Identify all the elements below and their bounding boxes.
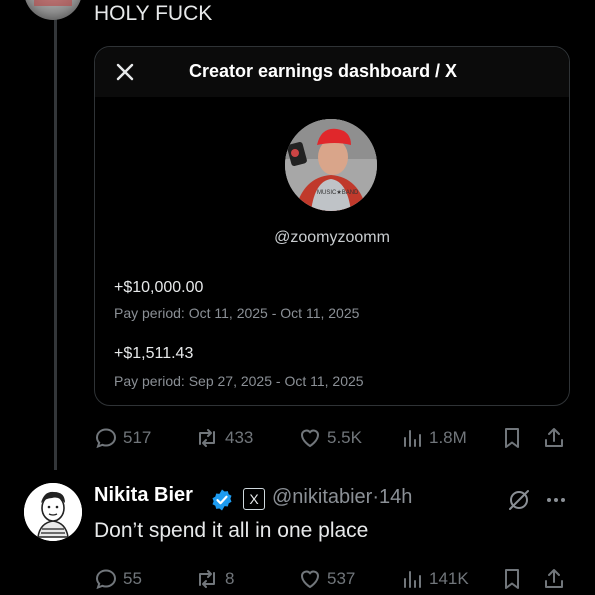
affiliate-badge: X: [243, 488, 265, 510]
reply-handle[interactable]: @nikitabier: [272, 486, 372, 508]
reply-handle-line: @nikitabier·14h: [272, 486, 412, 509]
verified-icon: [212, 489, 232, 511]
share-button[interactable]: [542, 426, 566, 450]
views-count: 1.8M: [429, 428, 467, 447]
retweet-count: 433: [225, 428, 254, 447]
views-icon: [404, 571, 421, 588]
retweet-button[interactable]: 433: [194, 426, 253, 450]
views-count: 141K: [429, 569, 469, 588]
bookmark-button[interactable]: [500, 426, 524, 450]
reply-button[interactable]: 55: [94, 567, 142, 591]
like-count: 5.5K: [327, 428, 362, 447]
like-button[interactable]: 537: [298, 567, 355, 591]
reply-avatar[interactable]: [24, 483, 82, 541]
more-icon[interactable]: [543, 488, 569, 512]
card-handle: @zoomyzoomm: [274, 229, 390, 246]
payout-amount: +$10,000.00: [114, 279, 204, 296]
reply-count: 55: [123, 569, 142, 588]
like-icon: [300, 429, 320, 448]
avatar[interactable]: [24, 0, 82, 20]
reply-text: Don’t spend it all in one place: [94, 519, 369, 542]
share-icon: [545, 428, 563, 447]
views-button[interactable]: 141K: [400, 567, 469, 591]
payout-amount: +$1,511.43: [114, 345, 194, 362]
profile-picture: MUSIC★BAND: [285, 119, 377, 211]
reply-count: 517: [123, 428, 152, 447]
embedded-card[interactable]: Creator earnings dashboard / X MUSIC★BAN…: [94, 46, 570, 406]
share-icon: [545, 569, 563, 588]
card-header: Creator earnings dashboard / X: [95, 47, 569, 97]
bookmark-icon: [505, 428, 519, 448]
bookmark-icon: [505, 569, 519, 589]
reply-button[interactable]: 517: [94, 426, 151, 450]
views-icon: [404, 430, 421, 447]
card-title: Creator earnings dashboard / X: [189, 61, 458, 81]
separator: ·: [372, 486, 380, 508]
retweet-icon: [199, 570, 215, 588]
payout-period: Pay period: Oct 11, 2025 - Oct 11, 2025: [114, 305, 360, 321]
thread-line: [54, 0, 57, 470]
reply-icon: [95, 428, 117, 449]
tweet-actions: 517 433 5.5K 1.8M: [94, 426, 574, 452]
reply-time[interactable]: 14h: [379, 486, 412, 508]
reply-actions: 55 8 537 141K: [94, 567, 574, 593]
reply-author-name[interactable]: Nikita Bier: [94, 484, 193, 507]
like-button[interactable]: 5.5K: [298, 426, 362, 450]
share-button[interactable]: [542, 567, 566, 591]
bookmark-button[interactable]: [500, 567, 524, 591]
views-button[interactable]: 1.8M: [400, 426, 467, 450]
retweet-count: 8: [225, 569, 235, 588]
tweet-text: HOLY FUCK: [94, 2, 213, 25]
like-icon: [300, 570, 320, 589]
reply-icon: [95, 569, 117, 590]
payout-period: Pay period: Sep 27, 2025 - Oct 11, 2025: [114, 373, 364, 389]
shirt-text: MUSIC★BAND: [317, 189, 359, 196]
retweet-button[interactable]: 8: [194, 567, 234, 591]
like-count: 537: [327, 569, 356, 588]
close-icon[interactable]: [113, 60, 137, 84]
grok-icon[interactable]: [506, 487, 532, 513]
retweet-icon: [199, 429, 215, 447]
